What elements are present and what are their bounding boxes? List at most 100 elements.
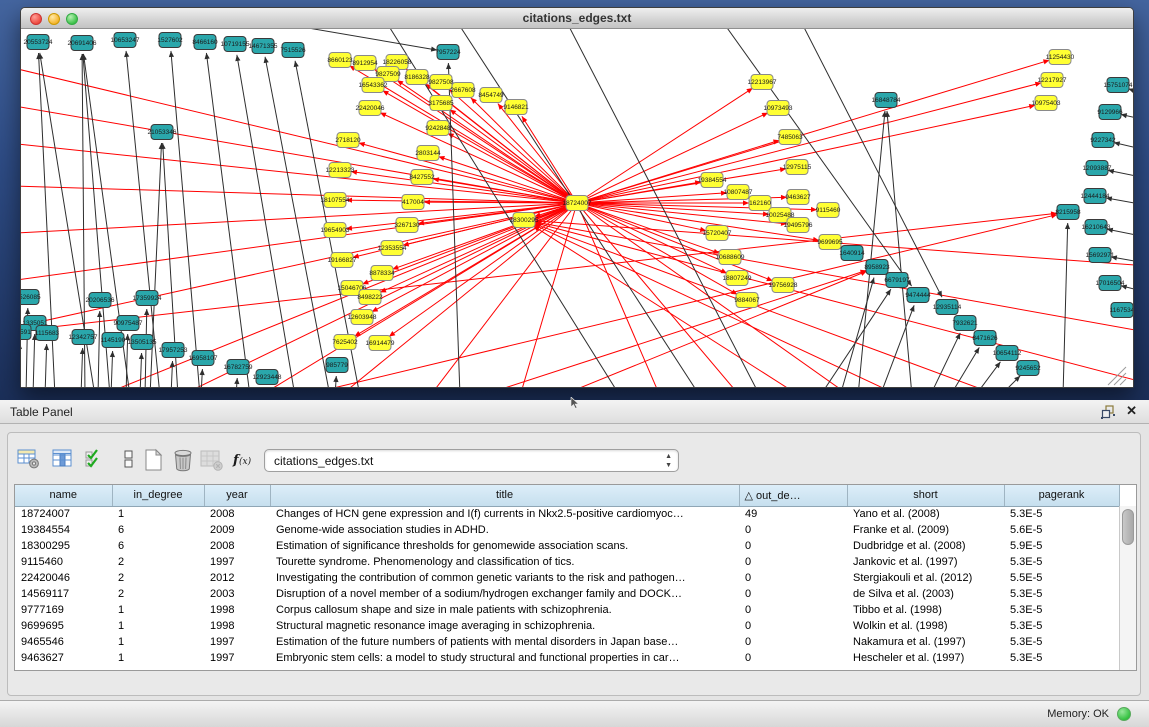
graph-node-teal[interactable]: 1115683: [35, 326, 60, 341]
function-builder-button[interactable]: f(x): [230, 447, 256, 471]
graph-node-teal[interactable]: 12093887: [1083, 161, 1112, 176]
column-header[interactable]: △ out_de…: [739, 485, 847, 506]
graph-node-teal[interactable]: 8958923: [864, 260, 890, 275]
graph-node-teal[interactable]: 8471626: [972, 331, 998, 346]
graph-node-teal[interactable]: 20553724: [24, 35, 53, 50]
graph-node-teal[interactable]: 90975487: [114, 316, 143, 331]
column-header[interactable]: title: [270, 485, 739, 506]
graph-node-yellow[interactable]: 18724007: [563, 196, 592, 211]
graph-node-yellow[interactable]: 8912954: [352, 56, 378, 71]
graph-node-yellow[interactable]: 2803144: [415, 146, 441, 161]
graph-node-teal[interactable]: 1167534: [1110, 303, 1133, 318]
graph-node-teal[interactable]: 10719155: [221, 37, 250, 52]
graph-node-yellow[interactable]: 18107554: [321, 193, 350, 208]
table-row[interactable]: 977716911998Corpus callosum shape and si…: [15, 602, 1119, 618]
graph-node-yellow[interactable]: 12213323: [326, 163, 355, 178]
graph-node-teal[interactable]: 1640914: [839, 246, 865, 261]
table-row[interactable]: 1456911722003Disruption of a novel membe…: [15, 586, 1119, 602]
graph-node-teal[interactable]: 8215958: [1055, 205, 1081, 220]
create-new-column-button[interactable]: [140, 447, 166, 471]
graph-node-yellow[interactable]: 3267130: [394, 218, 420, 233]
graph-node-teal[interactable]: 2526085: [21, 290, 41, 305]
column-header[interactable]: pagerank: [1004, 485, 1119, 506]
graph-node-yellow[interactable]: 7485063: [777, 130, 803, 145]
table-row[interactable]: 1872400712008Changes of HCN gene express…: [15, 506, 1119, 522]
graph-node-yellow[interactable]: 162160: [749, 196, 771, 211]
table-scrollbar-thumb[interactable]: [1122, 509, 1134, 545]
graph-node-teal[interactable]: 17359924: [133, 291, 162, 306]
graph-node-yellow[interactable]: 12353554: [378, 241, 407, 256]
graph-node-yellow[interactable]: 16543362: [359, 78, 388, 93]
graph-node-teal[interactable]: 16210643: [1082, 220, 1111, 235]
graph-node-teal[interactable]: 9227342: [1090, 133, 1116, 148]
graph-node-teal[interactable]: 13505135: [128, 335, 157, 350]
table-row[interactable]: 2242004622012Investigating the contribut…: [15, 570, 1119, 586]
graph-node-yellow[interactable]: 417004: [402, 195, 424, 210]
graph-node-teal[interactable]: 16958107: [189, 351, 218, 366]
show-columns-button[interactable]: [50, 447, 76, 471]
graph-node-yellow[interactable]: 2667608: [450, 83, 476, 98]
table-row[interactable]: 946362711997Embryonic stem cells: a mode…: [15, 650, 1119, 666]
table-row[interactable]: 911546021997Tourette syndrome. Phenomeno…: [15, 554, 1119, 570]
graph-node-yellow[interactable]: 9146821: [503, 100, 529, 115]
window-titlebar[interactable]: citations_edges.txt: [21, 8, 1133, 29]
graph-node-teal[interactable]: 15751074: [1104, 78, 1133, 93]
memory-status-indicator[interactable]: [1117, 707, 1131, 721]
graph-node-teal[interactable]: 17957253: [159, 343, 188, 358]
graph-node-teal[interactable]: 1145190: [101, 333, 126, 348]
graph-node-yellow[interactable]: 12213967: [748, 75, 777, 90]
graph-node-yellow[interactable]: 11254430: [1046, 50, 1075, 65]
table-header-row[interactable]: namein_degreeyeartitle△ out_de…shortpage…: [15, 485, 1119, 506]
graph-node-teal[interactable]: 9245652: [1015, 361, 1041, 376]
graph-node-teal[interactable]: 12342757: [69, 330, 98, 345]
graph-node-yellow[interactable]: 18807249: [723, 271, 752, 286]
graph-node-yellow[interactable]: 19654903: [321, 223, 350, 238]
graph-node-yellow[interactable]: 12975115: [783, 160, 812, 175]
graph-node-teal[interactable]: 12923448: [253, 370, 282, 385]
graph-node-teal[interactable]: 12444184: [1081, 189, 1110, 204]
graph-node-yellow[interactable]: 8660123: [327, 53, 353, 68]
graph-node-teal[interactable]: 9474444: [905, 288, 931, 303]
graph-node-yellow[interactable]: 19495796: [784, 218, 813, 233]
graph-node-teal[interactable]: 391591: [21, 325, 31, 340]
graph-node-yellow[interactable]: 8186328: [404, 70, 430, 85]
delete-table-button[interactable]: [198, 447, 224, 471]
graph-node-yellow[interactable]: 7625402: [332, 335, 358, 350]
graph-node-yellow[interactable]: 9463627: [785, 190, 811, 205]
graph-node-yellow[interactable]: 10973493: [764, 101, 793, 116]
graph-node-yellow[interactable]: 10975403: [1032, 96, 1061, 111]
graph-node-teal[interactable]: 9129966: [1097, 105, 1123, 120]
table-row[interactable]: 1938455462009Genome-wide association stu…: [15, 522, 1119, 538]
graph-node-teal[interactable]: 14671355: [249, 39, 278, 54]
graph-node-yellow[interactable]: 9884067: [734, 293, 760, 308]
graph-node-teal[interactable]: 16782759: [224, 360, 253, 375]
graph-node-teal[interactable]: 20691406: [68, 36, 97, 51]
graph-node-yellow[interactable]: 8427552: [409, 170, 435, 185]
graph-node-teal[interactable]: 8466160: [192, 35, 218, 50]
graph-node-teal[interactable]: 17016504: [1096, 276, 1125, 291]
graph-node-yellow[interactable]: 10807487: [724, 185, 753, 200]
graph-node-teal[interactable]: 21053346: [148, 125, 177, 140]
column-header[interactable]: in_degree: [112, 485, 204, 506]
graph-node-yellow[interactable]: 9242848: [425, 121, 451, 136]
graph-node-teal[interactable]: 20206536: [86, 293, 115, 308]
graph-node-yellow[interactable]: 9699695: [817, 235, 843, 250]
network-graph[interactable]: 1872400718300295866012389129541822605898…: [21, 29, 1133, 387]
graph-node-teal[interactable]: 16848784: [872, 93, 901, 108]
table-mode-button[interactable]: [16, 447, 42, 471]
graph-node-teal[interactable]: 6679197: [884, 273, 910, 288]
network-canvas[interactable]: 1872400718300295866012389129541822605898…: [21, 29, 1133, 387]
table-row[interactable]: 946554611997Estimation of the future num…: [15, 634, 1119, 650]
graph-node-teal[interactable]: 985779: [326, 358, 348, 373]
table-row[interactable]: 969969511998Structural magnetic resonanc…: [15, 618, 1119, 634]
node-table[interactable]: namein_degreeyeartitle△ out_de…shortpage…: [14, 484, 1137, 671]
graph-node-yellow[interactable]: 2718120: [335, 133, 361, 148]
graph-node-yellow[interactable]: 3175685: [428, 96, 454, 111]
graph-node-teal[interactable]: 10653247: [111, 33, 140, 48]
close-panel-icon[interactable]: ✕: [1126, 403, 1137, 419]
float-panel-icon[interactable]: [1101, 405, 1115, 419]
graph-node-teal[interactable]: 7932621: [952, 316, 978, 331]
column-header[interactable]: short: [847, 485, 1004, 506]
table-row[interactable]: 1830029562008Estimation of significance …: [15, 538, 1119, 554]
graph-node-yellow[interactable]: 16914479: [366, 336, 395, 351]
